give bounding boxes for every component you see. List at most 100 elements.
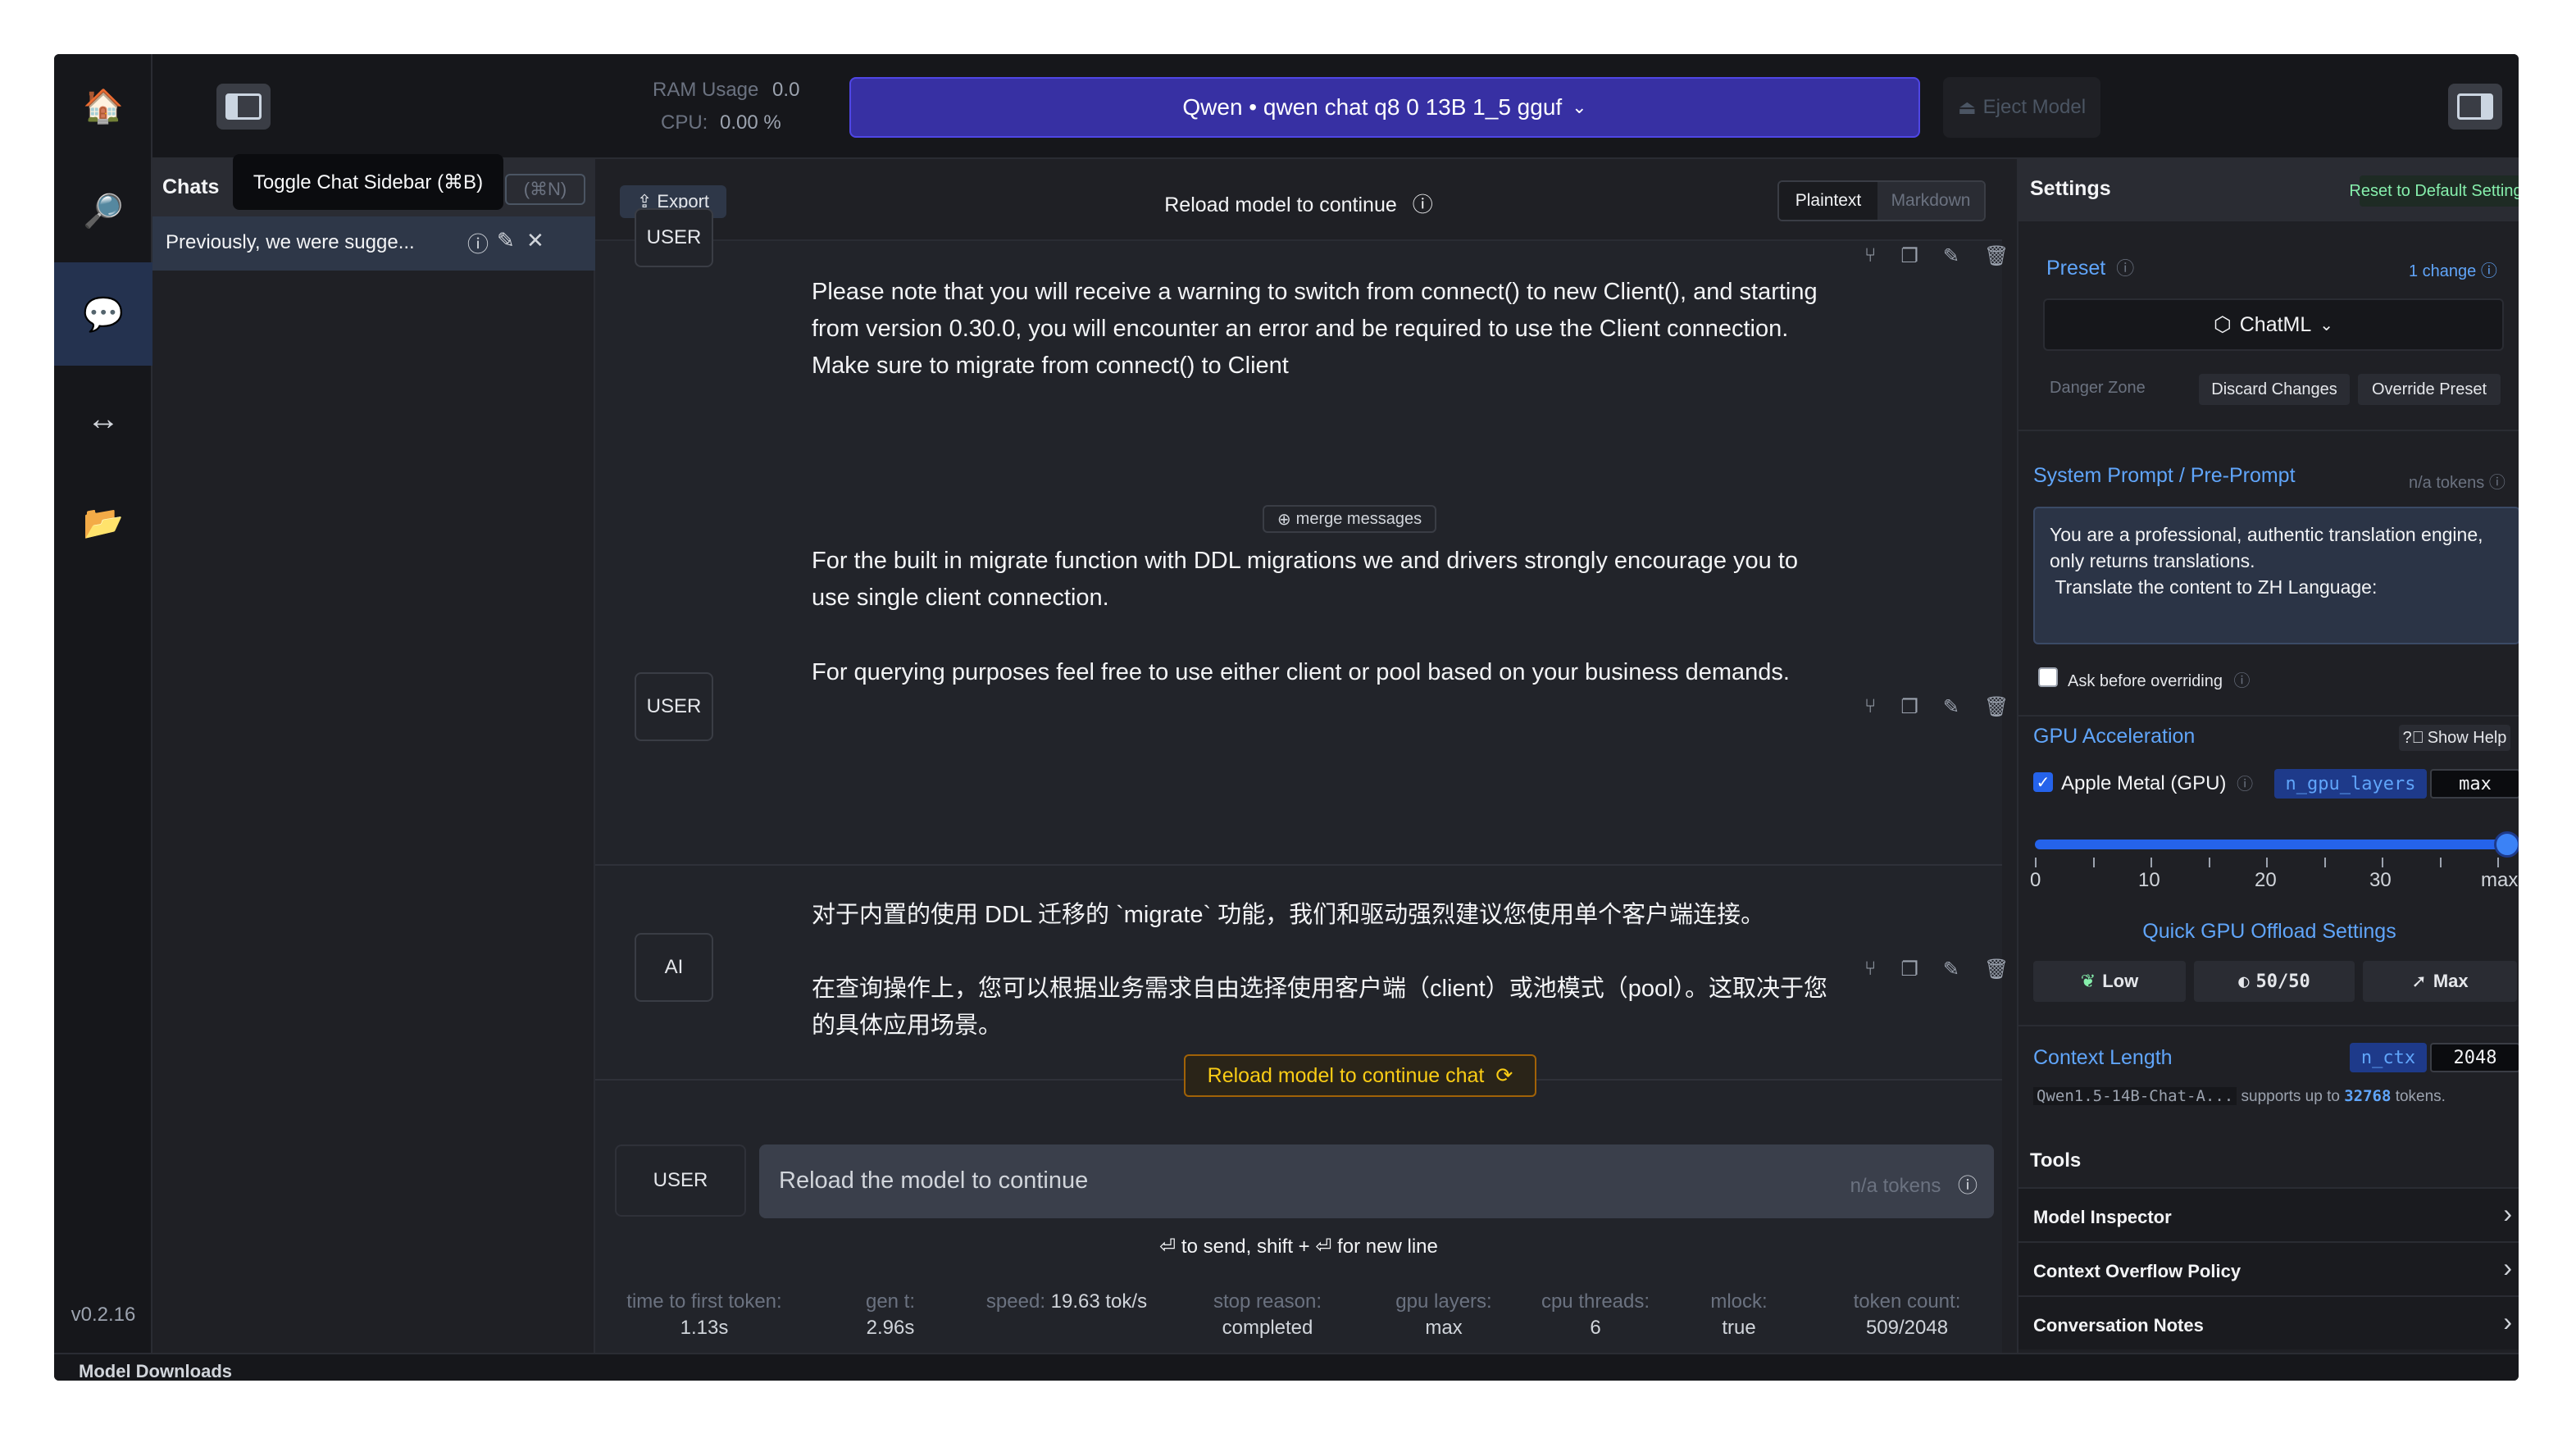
tool-label: Context Overflow Policy bbox=[2033, 1261, 2241, 1281]
chat-header: ⇪ Export Reload model to continue ⓘ Plai… bbox=[595, 159, 2002, 241]
offload-half-button[interactable]: ◐ 50/50 bbox=[2194, 961, 2355, 1002]
refresh-icon: ⟳ bbox=[1495, 1064, 1513, 1087]
n-ctx-input[interactable]: 2048 bbox=[2430, 1043, 2519, 1072]
stat-value: 509/2048 bbox=[1865, 1317, 1949, 1339]
system-prompt-label: System Prompt / Pre-Prompt bbox=[2033, 464, 2296, 487]
ask-before-overriding-label: Ask before overriding ⓘ bbox=[2068, 667, 2251, 691]
merge-messages-button[interactable]: ⊕ merge messages bbox=[1263, 505, 1436, 533]
stat-value: true bbox=[1722, 1317, 1756, 1339]
apple-metal-checkbox[interactable]: ✓ bbox=[2033, 772, 2053, 792]
info-icon[interactable]: ⓘ bbox=[467, 228, 489, 258]
reset-defaults-button[interactable]: Reset to Default Settings bbox=[2349, 175, 2519, 207]
copy-icon[interactable]: ❐ bbox=[1900, 958, 1918, 981]
tool-conversation-notes[interactable]: Conversation Notes › bbox=[2018, 1295, 2519, 1349]
cpu-usage: CPU: 0.00 % bbox=[661, 111, 781, 134]
tools-header: Tools bbox=[2018, 1135, 2519, 1187]
offload-max-label: Max bbox=[2433, 971, 2469, 991]
sidebar-tooltip: Toggle Chat Sidebar (⌘B) bbox=[233, 154, 503, 210]
search-icon[interactable]: 🔎 bbox=[54, 159, 152, 262]
info-icon[interactable]: ⓘ bbox=[2234, 672, 2251, 690]
rocket-icon: ➚ bbox=[2411, 971, 2427, 991]
input-role-user[interactable]: USER bbox=[615, 1144, 746, 1217]
discard-changes-button[interactable]: Discard Changes bbox=[2199, 374, 2350, 405]
arrows-icon[interactable]: ↔ bbox=[54, 367, 152, 471]
markdown-tab[interactable]: Markdown bbox=[1877, 182, 1984, 220]
slider-tick-label: max bbox=[2481, 869, 2519, 891]
divider bbox=[2018, 430, 2519, 431]
sidebar-toggle-button[interactable] bbox=[216, 84, 271, 130]
message-input[interactable]: Reload the model to continue n/a tokens … bbox=[759, 1144, 1994, 1218]
message-actions: ⑂ ❐ ✎ 🗑 bbox=[1864, 244, 2009, 268]
n-gpu-layers-label: n_gpu_layers bbox=[2274, 769, 2427, 799]
help-icon: ?⃝ bbox=[2402, 728, 2424, 747]
preset-label: Preset ⓘ bbox=[2046, 254, 2134, 280]
input-token-count: n/a tokens ⓘ bbox=[1850, 1169, 1978, 1198]
home-icon[interactable]: 🏠 bbox=[54, 54, 152, 157]
ask-before-overriding-checkbox[interactable] bbox=[2038, 667, 2058, 687]
preset-selector[interactable]: ⬡ ChatML ⌄ bbox=[2043, 298, 2504, 351]
info-icon[interactable]: ⓘ bbox=[1413, 193, 1433, 216]
tool-model-inspector[interactable]: Model Inspector › bbox=[2018, 1187, 2519, 1241]
slider-tick bbox=[2266, 858, 2268, 867]
offload-low-button[interactable]: ❦ Low bbox=[2033, 961, 2186, 1002]
new-chat-button[interactable]: (⌘N) bbox=[505, 174, 585, 205]
settings-title: Settings bbox=[2030, 177, 2111, 200]
message-text: Please note that you will receive a warn… bbox=[812, 279, 1818, 379]
message-actions: ⑂ ❐ ✎ 🗑 bbox=[1864, 958, 2009, 981]
message-role-user: USER bbox=[635, 208, 713, 267]
chat-list-item[interactable]: Previously, we were sugge... ⓘ ✎ ✕ bbox=[152, 216, 595, 271]
show-help-button[interactable]: ?⃝ Show Help bbox=[2399, 725, 2510, 751]
info-icon[interactable]: ⓘ bbox=[2116, 258, 2134, 279]
branch-icon[interactable]: ⑂ bbox=[1864, 244, 1876, 268]
close-icon[interactable]: ✕ bbox=[526, 228, 544, 253]
edit-icon[interactable]: ✎ bbox=[1943, 958, 1959, 981]
branch-icon[interactable]: ⑂ bbox=[1864, 958, 1876, 981]
edit-icon[interactable]: ✎ bbox=[1943, 695, 1959, 719]
copy-icon[interactable]: ❐ bbox=[1900, 695, 1918, 719]
settings-header: Settings Reset to Default Settings bbox=[2018, 159, 2519, 221]
n-gpu-layers-input[interactable]: max bbox=[2430, 769, 2519, 799]
settings-panel-toggle-button[interactable] bbox=[2448, 84, 2502, 130]
apple-metal-label: Apple Metal (GPU) ⓘ bbox=[2061, 771, 2253, 795]
eject-model-button[interactable]: ⏏ Eject Model bbox=[1943, 77, 2100, 138]
tool-context-overflow-policy[interactable]: Context Overflow Policy › bbox=[2018, 1241, 2519, 1295]
cpu-usage-label: CPU: bbox=[661, 111, 708, 134]
folder-icon[interactable]: 📂 bbox=[54, 471, 152, 574]
reload-model-button[interactable]: Reload model to continue chat ⟳ bbox=[1184, 1054, 1536, 1097]
preset-changes[interactable]: 1 change ⓘ bbox=[2409, 257, 2497, 281]
slider-tick-label: 30 bbox=[2369, 869, 2392, 891]
downloads-bar[interactable]: Model Downloads bbox=[54, 1353, 2519, 1381]
trash-icon[interactable]: 🗑 bbox=[1984, 244, 2009, 268]
context-max-value: 32768 bbox=[2344, 1087, 2392, 1105]
stat-label: cpu threads: bbox=[1541, 1290, 1650, 1313]
message-text: 在查询操作上，您可以根据业务需求自由选择使用客户端（client）或池模式（po… bbox=[812, 976, 1828, 1039]
model-selector[interactable]: Qwen • qwen chat q8 0 13B 1_5 gguf ⌄ bbox=[849, 77, 1920, 138]
chat-icon[interactable]: 💬 bbox=[54, 262, 152, 366]
override-preset-button[interactable]: Override Preset bbox=[2358, 374, 2501, 405]
edit-icon[interactable]: ✎ bbox=[497, 228, 515, 253]
branch-icon[interactable]: ⑂ bbox=[1864, 695, 1876, 719]
info-icon: ⓘ bbox=[2488, 474, 2505, 492]
info-icon[interactable]: ⓘ bbox=[1958, 1175, 1978, 1197]
trash-icon[interactable]: 🗑 bbox=[1984, 958, 2009, 981]
stat-gen-time: gen t: 2.96s bbox=[841, 1289, 940, 1341]
chevron-right-icon: › bbox=[2503, 1199, 2512, 1228]
context-supports-text: supports up to bbox=[2241, 1088, 2340, 1105]
offload-max-button[interactable]: ➚ Max bbox=[2363, 961, 2517, 1002]
slider-tick bbox=[2382, 858, 2383, 867]
stat-gpu-layers: gpu layers: max bbox=[1382, 1289, 1505, 1341]
stat-stop-reason: stop reason: completed bbox=[1194, 1289, 1341, 1341]
edit-icon[interactable]: ✎ bbox=[1943, 244, 1959, 268]
trash-icon[interactable]: 🗑 bbox=[1984, 695, 2009, 719]
plaintext-tab[interactable]: Plaintext bbox=[1779, 182, 1877, 220]
gpu-layers-slider[interactable] bbox=[2035, 840, 2507, 849]
chevron-down-icon: ⌄ bbox=[1572, 97, 1587, 117]
copy-icon[interactable]: ❐ bbox=[1900, 244, 1918, 268]
apple-metal-text: Apple Metal (GPU) bbox=[2061, 772, 2227, 794]
info-icon[interactable]: ⓘ bbox=[2237, 776, 2253, 794]
system-prompt-textarea[interactable]: You are a professional, authentic transl… bbox=[2033, 507, 2519, 644]
preset-value: ChatML bbox=[2239, 312, 2312, 336]
gpu-layers-slider-thumb[interactable] bbox=[2494, 831, 2519, 858]
slider-tick-label: 10 bbox=[2138, 869, 2160, 891]
chats-title: Chats bbox=[162, 175, 220, 198]
